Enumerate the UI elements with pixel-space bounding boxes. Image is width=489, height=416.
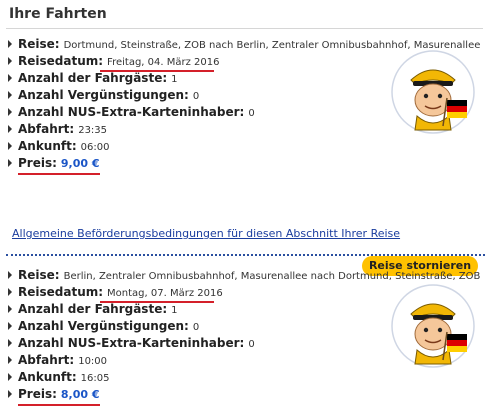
trip-passengers-row: Anzahl der Fahrgäste: 1 — [8, 70, 178, 87]
trip-date-row: Reisedatum: Montag, 07. März 2016 — [8, 284, 223, 301]
departure-label: Abfahrt: — [18, 353, 75, 367]
price-value: 8,00 € — [60, 388, 100, 401]
bullet-icon — [8, 356, 12, 364]
arrival-label: Ankunft: — [18, 370, 77, 384]
bullet-icon — [8, 339, 12, 347]
trip-arrival-row: Ankunft: 06:00 — [8, 138, 109, 155]
trip-passengers-row: Anzahl der Fahrgäste: 1 — [8, 301, 178, 318]
trip-discounts-row: Anzahl Vergünstigungen: 0 — [8, 318, 199, 335]
bullet-icon — [8, 125, 12, 133]
arrival-value: 06:00 — [80, 142, 110, 153]
discounts-label: Anzahl Vergünstigungen: — [18, 319, 189, 333]
discounts-label: Anzahl Vergünstigungen: — [18, 88, 189, 102]
trip-arrival-row: Ankunft: 16:05 — [8, 369, 109, 386]
passengers-label: Anzahl der Fahrgäste: — [18, 71, 168, 85]
departure-value: 10:00 — [78, 356, 108, 367]
route-value: Berlin, Zentraler Omnibusbahnhof, Masure… — [63, 271, 481, 282]
price-label: Preis: — [18, 156, 57, 170]
page-title: Ihre Fahrten — [9, 6, 107, 22]
bullet-icon — [8, 271, 12, 279]
bus-driver-mascot-icon — [391, 284, 475, 368]
date-label: Reisedatum: — [18, 54, 104, 68]
title-divider — [6, 28, 483, 29]
passengers-label: Anzahl der Fahrgäste: — [18, 302, 168, 316]
bullet-icon — [8, 57, 12, 65]
bullet-icon — [8, 74, 12, 82]
departure-label: Abfahrt: — [18, 122, 75, 136]
route-label: Reise: — [18, 268, 60, 282]
arrival-value: 16:05 — [80, 373, 110, 384]
bullet-icon — [8, 390, 12, 398]
price-value: 9,00 € — [60, 157, 100, 170]
date-value: Montag, 07. März 2016 — [107, 288, 223, 299]
discounts-value: 0 — [192, 322, 200, 333]
price-label: Preis: — [18, 387, 57, 401]
trip-nus-row: Anzahl NUS-Extra-Karteninhaber: 0 — [8, 335, 255, 352]
discounts-value: 0 — [192, 91, 200, 102]
nus-label: Anzahl NUS-Extra-Karteninhaber: — [18, 336, 245, 350]
trip-discounts-row: Anzahl Vergünstigungen: 0 — [8, 87, 199, 104]
arrival-label: Ankunft: — [18, 139, 77, 153]
trip-route-row: Reise: Berlin, Zentraler Omnibusbahnhof, … — [8, 267, 480, 284]
bullet-icon — [8, 373, 12, 381]
bus-driver-mascot-icon — [391, 50, 475, 134]
bullet-icon — [8, 305, 12, 313]
trip-price-row: Preis: 9,00 € — [8, 155, 100, 172]
route-label: Reise: — [18, 37, 60, 51]
date-value: Freitag, 04. März 2016 — [107, 57, 220, 68]
bullet-icon — [8, 91, 12, 99]
bullet-icon — [8, 142, 12, 150]
terms-link[interactable]: Allgemeine Beförderungsbedingungen für d… — [12, 227, 400, 240]
trip-divider — [6, 254, 485, 256]
price-highlight-underline — [18, 173, 100, 175]
trip-departure-row: Abfahrt: 10:00 — [8, 352, 107, 369]
trip-nus-row: Anzahl NUS-Extra-Karteninhaber: 0 — [8, 104, 255, 121]
date-label: Reisedatum: — [18, 285, 104, 299]
nus-value: 0 — [248, 108, 255, 119]
bullet-icon — [8, 159, 12, 167]
bullet-icon — [8, 322, 12, 330]
trip-departure-row: Abfahrt: 23:35 — [8, 121, 107, 138]
bullet-icon — [8, 40, 12, 48]
departure-value: 23:35 — [78, 125, 108, 136]
passengers-value: 1 — [171, 74, 178, 85]
nus-value: 0 — [248, 339, 255, 350]
bullet-icon — [8, 108, 12, 116]
bullet-icon — [8, 288, 12, 296]
price-highlight-underline — [18, 404, 100, 406]
trip-date-row: Reisedatum: Freitag, 04. März 2016 — [8, 53, 219, 70]
passengers-value: 1 — [171, 305, 178, 316]
trip-price-row: Preis: 8,00 € — [8, 386, 100, 403]
nus-label: Anzahl NUS-Extra-Karteninhaber: — [18, 105, 245, 119]
